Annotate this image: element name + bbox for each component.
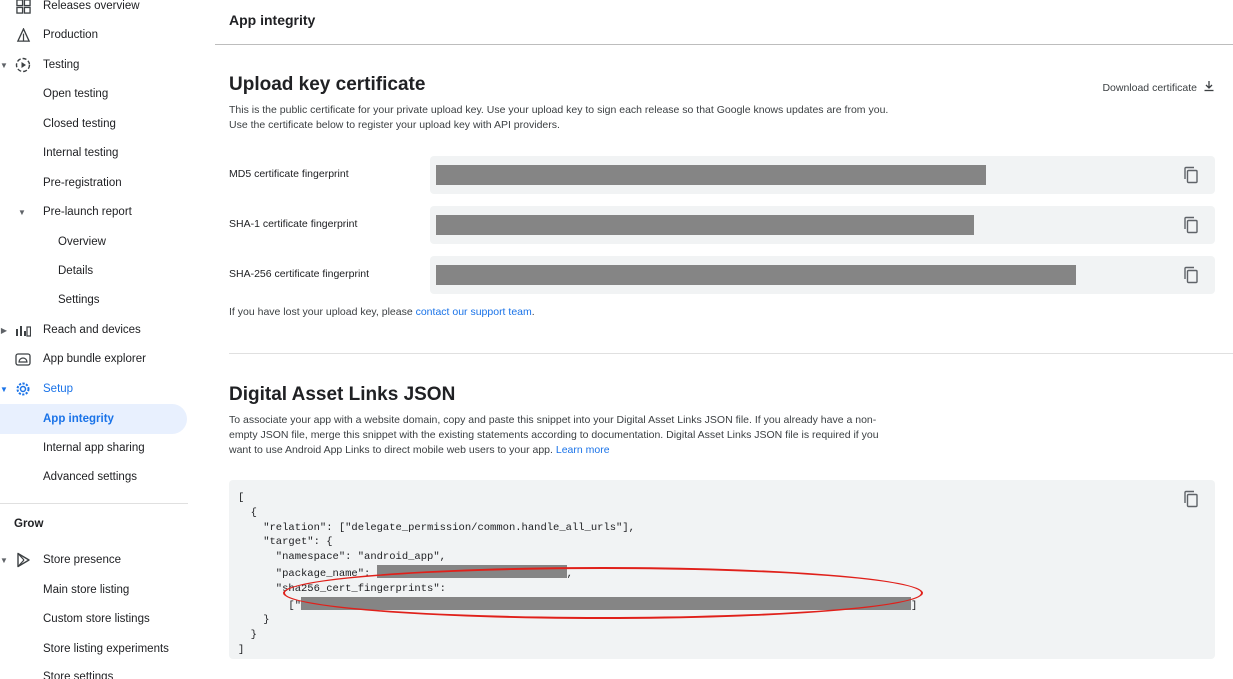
copy-icon[interactable] xyxy=(1183,490,1201,508)
copy-icon[interactable] xyxy=(1183,216,1201,234)
redacted-value xyxy=(436,215,974,235)
title-divider xyxy=(215,44,1233,45)
section-divider xyxy=(229,353,1233,354)
upload-cert-description: This is the public certificate for your … xyxy=(229,104,889,131)
sidebar: Releases overview Production ▼ Testing O… xyxy=(0,0,200,679)
android-bundle-icon xyxy=(14,350,32,368)
sidebar-item-label: Advanced settings xyxy=(43,471,137,483)
sidebar-item-label: Setup xyxy=(43,383,74,395)
code-line: "relation": ["delegate_permission/common… xyxy=(238,521,635,534)
code-line: { xyxy=(238,506,257,519)
page-title: App integrity xyxy=(229,12,316,28)
sidebar-item-label: Pre-launch report xyxy=(43,206,132,218)
redacted-value xyxy=(436,265,1076,285)
testing-icon xyxy=(14,56,32,74)
code-line: } xyxy=(238,629,257,642)
support-team-link[interactable]: contact our support team xyxy=(416,306,532,318)
sidebar-divider xyxy=(0,503,188,504)
code-line-end: ] xyxy=(911,599,918,612)
asset-links-description: To associate your app with a website dom… xyxy=(229,413,894,458)
code-line: [" xyxy=(238,599,302,612)
sha256-fingerprint-field xyxy=(430,256,1215,294)
lost-key-text: If you have lost your upload key, please… xyxy=(229,305,535,320)
chevron-down-icon[interactable]: ▼ xyxy=(0,556,8,565)
chevron-down-icon[interactable]: ▼ xyxy=(18,208,26,217)
copy-icon[interactable] xyxy=(1183,266,1201,284)
code-line: "namespace": "android_app", xyxy=(238,551,446,564)
md5-label: MD5 certificate fingerprint xyxy=(229,168,349,180)
annotation-highlight-ellipse xyxy=(283,567,923,619)
asset-links-title: Digital Asset Links JSON xyxy=(229,384,456,405)
gear-icon xyxy=(14,380,32,398)
asset-links-description-text: To associate your app with a website dom… xyxy=(229,414,879,456)
sidebar-item-label: Pre-registration xyxy=(43,177,122,189)
sidebar-item-label: Store listing experiments xyxy=(43,643,169,655)
releases-overview-icon xyxy=(14,0,32,15)
upload-cert-title: Upload key certificate xyxy=(229,74,426,95)
production-icon xyxy=(14,26,32,44)
sidebar-item-label: Custom store listings xyxy=(43,613,150,625)
chevron-down-icon[interactable]: ▼ xyxy=(0,61,8,70)
sidebar-group-grow: Grow xyxy=(14,518,44,530)
code-line: } xyxy=(238,614,270,627)
sha1-fingerprint-field xyxy=(430,206,1215,244)
md5-fingerprint-field xyxy=(430,156,1215,194)
sidebar-item-label: Reach and devices xyxy=(43,324,141,336)
bar-chart-icon xyxy=(14,321,32,339)
code-line: "target": { xyxy=(238,536,333,549)
sidebar-item-label: App integrity xyxy=(43,413,114,425)
lost-key-period: . xyxy=(531,306,535,318)
sidebar-item-label: App bundle explorer xyxy=(43,353,146,365)
sidebar-item-app-integrity[interactable]: App integrity xyxy=(0,404,187,434)
sha1-label: SHA-1 certificate fingerprint xyxy=(229,218,358,230)
chevron-down-icon[interactable]: ▼ xyxy=(0,385,8,394)
sidebar-item-label: Internal testing xyxy=(43,147,119,159)
sidebar-item-label: Settings xyxy=(58,294,100,306)
sidebar-item-label: Store presence xyxy=(43,554,121,566)
sidebar-item-label: Overview xyxy=(58,236,106,248)
chevron-right-icon[interactable]: ▶ xyxy=(0,326,8,335)
sidebar-item-label: Store settings xyxy=(43,671,114,679)
sidebar-item-label: Details xyxy=(58,265,94,277)
sidebar-item-label: Main store listing xyxy=(43,584,130,596)
sidebar-item-label: Releases overview xyxy=(43,0,140,12)
learn-more-link[interactable]: Learn more xyxy=(556,444,610,456)
redacted-value xyxy=(436,165,986,185)
download-certificate-button[interactable]: Download certificate xyxy=(1102,80,1215,95)
lost-key-message: If you have lost your upload key, please xyxy=(229,306,416,318)
code-line: ] xyxy=(238,643,245,656)
sidebar-item-label: Open testing xyxy=(43,88,109,100)
sidebar-item-label: Closed testing xyxy=(43,118,116,130)
download-certificate-label: Download certificate xyxy=(1102,81,1197,94)
sidebar-item-label: Testing xyxy=(43,59,80,71)
sha256-label: SHA-256 certificate fingerprint xyxy=(229,268,370,280)
play-store-icon xyxy=(14,551,32,569)
main-content: App integrity Upload key certificate Dow… xyxy=(215,0,1233,679)
code-line: [ xyxy=(238,492,245,504)
copy-icon[interactable] xyxy=(1183,166,1201,184)
sidebar-item-label: Internal app sharing xyxy=(43,442,145,454)
download-icon xyxy=(1203,80,1215,95)
sidebar-item-label: Production xyxy=(43,29,98,41)
